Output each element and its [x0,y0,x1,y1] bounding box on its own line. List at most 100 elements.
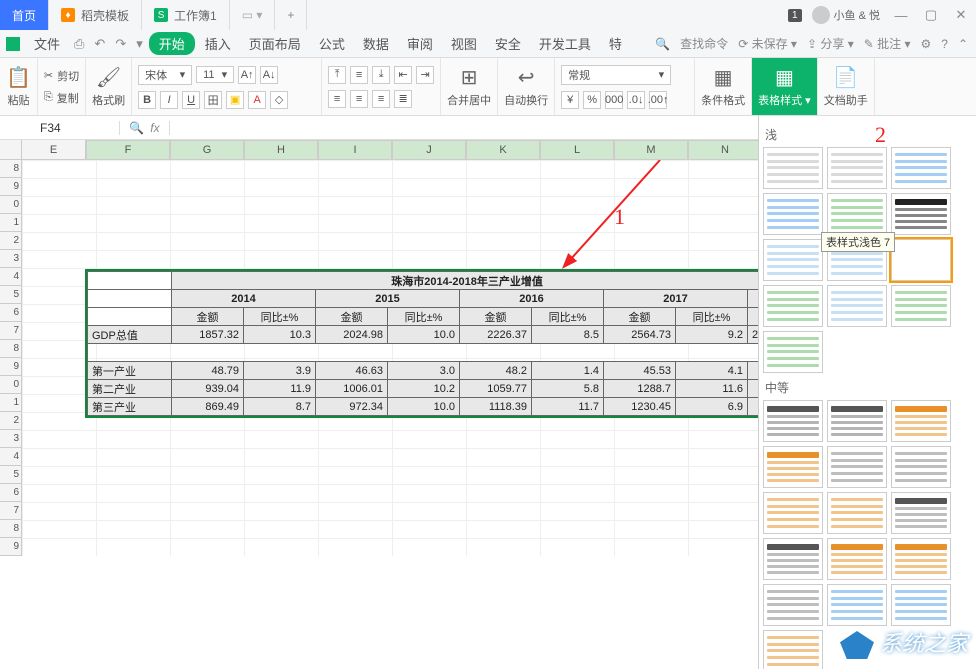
table-cell[interactable]: 10.2 [388,380,460,398]
col-header-I[interactable]: I [318,140,392,160]
menu-data[interactable]: 数据 [355,32,397,55]
table-cell[interactable]: 46.63 [316,362,388,380]
bold-button[interactable]: B [138,91,156,109]
table-style-swatch[interactable] [827,285,887,327]
row-header[interactable]: 1 [0,214,22,232]
table-style-swatch[interactable] [763,630,823,669]
align-top-button[interactable]: ⤒ [328,66,346,84]
col-header-L[interactable]: L [540,140,614,160]
row-header[interactable]: 2 [0,412,22,430]
new-tab-button[interactable]: + [275,0,307,30]
table-cell[interactable]: 972.34 [316,398,388,416]
table-style-swatch[interactable] [763,446,823,488]
doc-assistant-button[interactable]: 📄文档助手 [818,58,875,115]
table-style-swatch[interactable] [827,147,887,189]
table-style-swatch[interactable] [891,193,951,235]
table-style-swatch[interactable] [891,446,951,488]
table-style-swatch[interactable] [763,400,823,442]
col-header-M[interactable]: M [614,140,688,160]
row-header[interactable]: 9 [0,538,22,556]
table-cell[interactable]: 1118.39 [460,398,532,416]
tab-overflow[interactable]: ▭ ▾ [230,0,276,30]
conditional-format-button[interactable]: ▦条件格式 [695,58,752,115]
table-cell[interactable]: 1288.7 [604,380,676,398]
cut-button[interactable]: ✂ 剪切 [44,66,79,86]
row-header[interactable]: 9 [0,358,22,376]
menu-file[interactable]: 文件 [26,32,68,55]
format-painter-button[interactable]: 🖌格式刷 [86,58,132,115]
align-center-button[interactable]: ≡ [350,90,368,108]
table-cell[interactable]: 8.5 [532,326,604,344]
border-button[interactable]: 田 [204,91,222,109]
table-cell[interactable]: 3.9 [244,362,316,380]
table-cell[interactable]: 1.4 [532,362,604,380]
table-style-swatch[interactable] [891,584,951,626]
col-header-G[interactable]: G [170,140,244,160]
menu-special[interactable]: 特 [601,32,630,55]
table-cell[interactable]: 6.9 [676,398,748,416]
font-color-button[interactable]: A [248,91,266,109]
table-cell[interactable]: 10.3 [244,326,316,344]
table-style-button[interactable]: ▦表格样式 ▾ [752,58,818,115]
unsaved-indicator[interactable]: ⟳ 未保存 ▾ [738,35,797,52]
table-style-swatch[interactable] [763,538,823,580]
qat-redo-icon[interactable]: ↷ [111,36,130,52]
row-header[interactable]: 8 [0,160,22,178]
align-middle-button[interactable]: ≡ [350,66,368,84]
table-cell[interactable]: 4.1 [676,362,748,380]
table-style-swatch[interactable] [891,239,951,281]
font-family-select[interactable]: 宋体▾ [138,65,192,85]
increase-font-button[interactable]: A↑ [238,66,256,84]
merge-center-button[interactable]: ⊞合并居中 [441,58,498,115]
menu-pagelayout[interactable]: 页面布局 [241,32,309,55]
comment-button[interactable]: ✎ 批注 ▾ [864,35,911,52]
row-header[interactable]: 9 [0,178,22,196]
row-header[interactable]: 0 [0,376,22,394]
table-cell[interactable]: 9.2 [676,326,748,344]
table-cell[interactable]: 10.0 [388,398,460,416]
table-cell[interactable]: 11.7 [532,398,604,416]
table-style-swatch[interactable] [891,538,951,580]
table-style-swatch[interactable] [763,584,823,626]
tab-home[interactable]: 首页 [0,0,49,30]
table-style-swatch[interactable] [827,584,887,626]
align-left-button[interactable]: ≡ [328,90,346,108]
data-table[interactable]: 珠海市2014-2018年三产业增值 2014 2015 2016 2017 金… [85,269,765,418]
menu-view[interactable]: 视图 [443,32,485,55]
table-cell[interactable]: 869.49 [172,398,244,416]
menu-devtools[interactable]: 开发工具 [531,32,599,55]
indent-decrease-button[interactable]: ⇤ [394,66,412,84]
row-header[interactable]: 3 [0,250,22,268]
search-icon[interactable]: 🔍 [655,37,670,51]
settings-icon[interactable]: ⚙ [920,37,931,51]
select-all-corner[interactable] [0,140,22,160]
col-header-E[interactable]: E [22,140,86,160]
table-cell[interactable]: 10.0 [388,326,460,344]
table-style-swatch[interactable] [827,193,887,235]
table-cell[interactable]: 1857.32 [172,326,244,344]
avatar[interactable] [812,6,830,24]
table-style-swatch[interactable] [891,285,951,327]
table-cell[interactable]: 8.7 [244,398,316,416]
table-cell[interactable]: 48.2 [460,362,532,380]
table-cell[interactable]: 939.04 [172,380,244,398]
qat-undo-icon[interactable]: ↶ [90,36,109,52]
row-header[interactable]: 4 [0,268,22,286]
row-header[interactable]: 3 [0,430,22,448]
table-cell[interactable]: 2024.98 [316,326,388,344]
maximize-icon[interactable]: ▢ [916,7,946,23]
table-cell[interactable]: 45.53 [604,362,676,380]
currency-button[interactable]: ¥ [561,91,579,109]
table-cell[interactable]: 48.79 [172,362,244,380]
table-style-swatch[interactable] [891,147,951,189]
effects-button[interactable]: ◇ [270,91,288,109]
col-header-K[interactable]: K [466,140,540,160]
tab-workbook[interactable]: S工作簿1 [142,0,230,30]
table-style-swatch[interactable] [763,492,823,534]
name-box[interactable]: F34 [0,121,120,135]
increase-decimal-button[interactable]: .00↑ [649,91,667,109]
copy-button[interactable]: ⎘ 复制 [44,88,79,108]
align-right-button[interactable]: ≡ [372,90,390,108]
fx-icon[interactable]: fx [150,121,159,135]
lookup-icon[interactable]: 🔍 [129,121,144,135]
